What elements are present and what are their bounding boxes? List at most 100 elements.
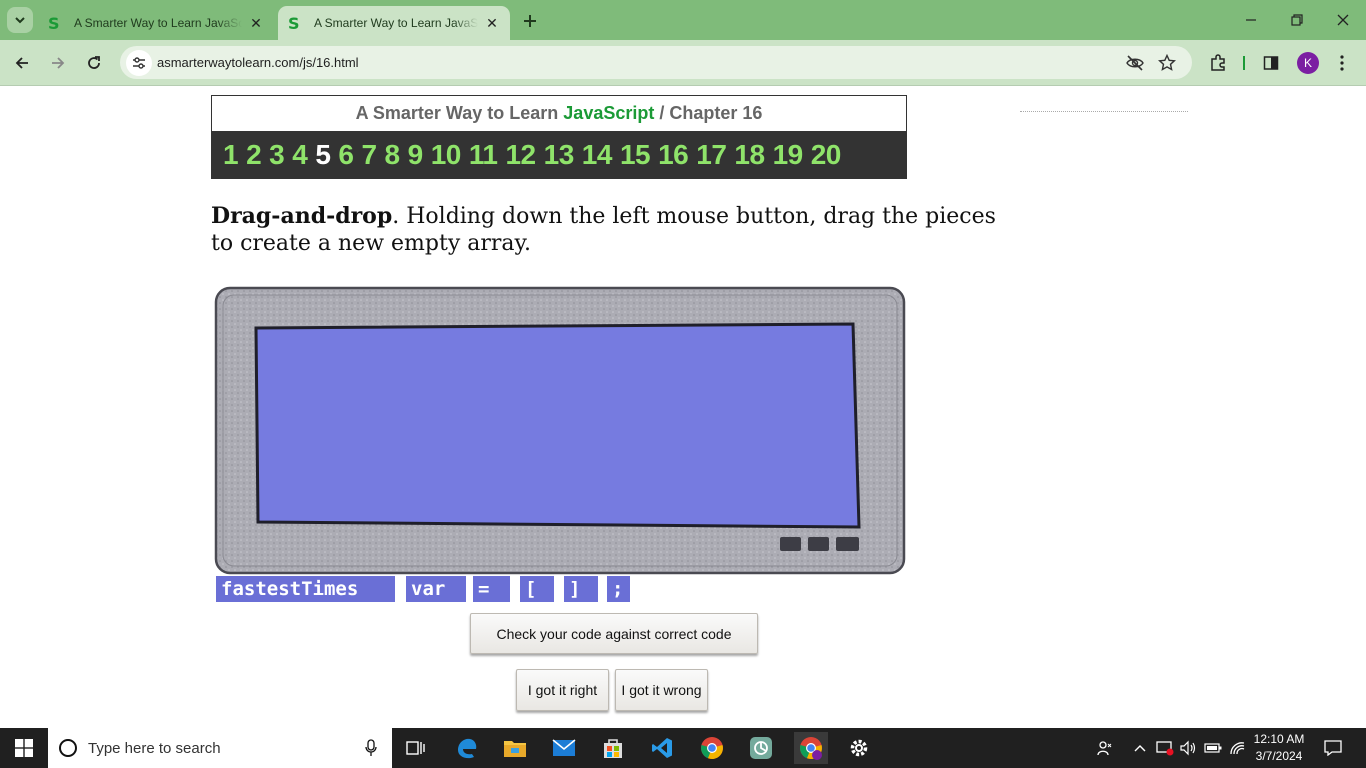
eye-off-icon — [1126, 55, 1144, 71]
chapter-link-4[interactable]: 4 — [292, 139, 308, 171]
url-text[interactable]: asmarterwaytolearn.com/js/16.html — [157, 55, 359, 70]
close-tab-icon[interactable]: ✕ — [484, 15, 500, 31]
chapter-link-18[interactable]: 18 — [734, 139, 765, 171]
chapter-link-19[interactable]: 19 — [773, 139, 804, 171]
new-tab-button[interactable] — [518, 9, 542, 33]
search-placeholder: Type here to search — [88, 739, 221, 757]
site-info-button[interactable] — [126, 50, 152, 76]
code-piece-close-bracket[interactable]: ] — [564, 576, 598, 602]
tab-search-button[interactable] — [7, 7, 33, 33]
got-it-wrong-button[interactable]: I got it wrong — [615, 669, 708, 711]
chapter-link-17[interactable]: 17 — [696, 139, 727, 171]
microsoft-store-button[interactable] — [597, 732, 629, 764]
people-button[interactable] — [1094, 728, 1116, 768]
battery-icon — [1204, 743, 1222, 753]
browser-menu-button[interactable] — [1329, 50, 1355, 76]
microphone-icon[interactable] — [365, 739, 377, 757]
volume-button[interactable] — [1178, 728, 1200, 768]
code-piece-var[interactable]: var — [406, 576, 466, 602]
extensions-button[interactable] — [1205, 50, 1231, 76]
monitor-drop-area[interactable] — [213, 284, 908, 576]
title-brand-link[interactable]: JavaScript — [563, 103, 654, 123]
instructions: Drag-and-drop. Holding down the left mou… — [211, 203, 1011, 257]
settings-button[interactable] — [843, 732, 875, 764]
chrome-button[interactable] — [696, 732, 728, 764]
code-piece-open-bracket[interactable]: [ — [520, 576, 554, 602]
restore-icon — [1291, 14, 1303, 26]
instructions-bold: Drag-and-drop — [211, 203, 393, 229]
windows-taskbar: Type here to search 12:10 AM 3/7/2024 — [0, 728, 1366, 768]
task-view-button[interactable] — [400, 732, 432, 764]
chapter-link-6[interactable]: 6 — [338, 139, 354, 171]
code-piece-semicolon[interactable]: ; — [607, 576, 630, 602]
chapter-link-11[interactable]: 11 — [469, 139, 498, 171]
chapter-link-12[interactable]: 12 — [505, 139, 536, 171]
restore-button[interactable] — [1274, 0, 1320, 40]
chapter-link-20[interactable]: 20 — [811, 139, 842, 171]
vscode-button[interactable] — [646, 732, 678, 764]
chapter-link-1[interactable]: 1 — [223, 139, 239, 171]
chapter-link-7[interactable]: 7 — [361, 139, 377, 171]
back-button[interactable] — [8, 49, 36, 77]
close-window-button[interactable] — [1320, 0, 1366, 40]
reload-icon — [88, 56, 100, 69]
wifi-button[interactable] — [1226, 728, 1248, 768]
mail-icon — [552, 739, 576, 756]
people-icon — [1097, 741, 1112, 756]
file-explorer-button[interactable] — [499, 732, 531, 764]
monitor-illustration — [214, 286, 906, 575]
forward-button[interactable] — [44, 49, 72, 77]
code-piece-equals[interactable]: = — [473, 576, 510, 602]
chapter-link-13[interactable]: 13 — [544, 139, 575, 171]
got-it-right-button[interactable]: I got it right — [516, 669, 609, 711]
chapter-link-9[interactable]: 9 — [408, 139, 424, 171]
tab-title: A Smarter Way to Learn JavaScript — [74, 16, 242, 30]
defender-tray-icon[interactable] — [1154, 728, 1176, 768]
volume-icon — [1180, 740, 1196, 756]
system-clock[interactable]: 12:10 AM 3/7/2024 — [1246, 731, 1312, 765]
chapter-link-14[interactable]: 14 — [582, 139, 613, 171]
tab-strip: S A Smarter Way to Learn JavaScript ✕ S … — [0, 0, 1366, 40]
check-code-button[interactable]: Check your code against correct code — [470, 613, 758, 654]
chatgpt-button[interactable] — [745, 732, 777, 764]
code-piece-fastestTimes[interactable]: fastestTimes — [216, 576, 395, 602]
star-icon — [1158, 54, 1176, 71]
store-icon — [604, 739, 622, 758]
site-favicon-icon: S — [288, 13, 300, 33]
address-bar[interactable]: asmarterwaytolearn.com/js/16.html — [120, 46, 1192, 79]
chatgpt-icon — [750, 737, 772, 759]
profile-avatar[interactable]: K — [1297, 52, 1319, 74]
divider — [1020, 111, 1188, 112]
chapter-link-10[interactable]: 10 — [431, 139, 462, 171]
reload-button[interactable] — [80, 49, 108, 77]
windows-logo-icon — [15, 739, 33, 757]
chrome-profile-button[interactable] — [794, 732, 828, 764]
minimize-button[interactable] — [1228, 0, 1274, 40]
start-button[interactable] — [0, 728, 48, 768]
plus-icon — [524, 15, 536, 27]
side-panel-button[interactable] — [1258, 50, 1284, 76]
chapter-link-15[interactable]: 15 — [620, 139, 651, 171]
chapter-link-16[interactable]: 16 — [658, 139, 689, 171]
edge-browser-button[interactable] — [451, 732, 483, 764]
edge-icon — [458, 738, 477, 759]
tracking-protection-button[interactable] — [1124, 52, 1146, 74]
puzzle-icon — [1211, 54, 1225, 71]
bookmark-button[interactable] — [1156, 52, 1178, 74]
battery-button[interactable] — [1202, 728, 1224, 768]
close-tab-icon[interactable]: ✕ — [248, 15, 264, 31]
chapter-link-5[interactable]: 5 — [315, 139, 331, 171]
tab-1[interactable]: S A Smarter Way to Learn JavaScript ✕ — [38, 6, 274, 40]
notifications-button[interactable] — [1322, 728, 1344, 768]
chapter-link-2[interactable]: 2 — [246, 139, 262, 171]
tab-2[interactable]: S A Smarter Way to Learn JavaScript ✕ — [278, 6, 510, 40]
chapter-link-8[interactable]: 8 — [385, 139, 401, 171]
mail-button[interactable] — [548, 732, 580, 764]
show-hidden-icons-button[interactable] — [1130, 728, 1150, 768]
title-chapter: Chapter 16 — [669, 103, 763, 123]
chapter-link-3[interactable]: 3 — [269, 139, 285, 171]
gear-icon — [850, 739, 868, 757]
cortana-icon — [59, 739, 77, 757]
close-icon — [1337, 14, 1349, 26]
taskbar-search-input[interactable]: Type here to search — [48, 728, 392, 768]
